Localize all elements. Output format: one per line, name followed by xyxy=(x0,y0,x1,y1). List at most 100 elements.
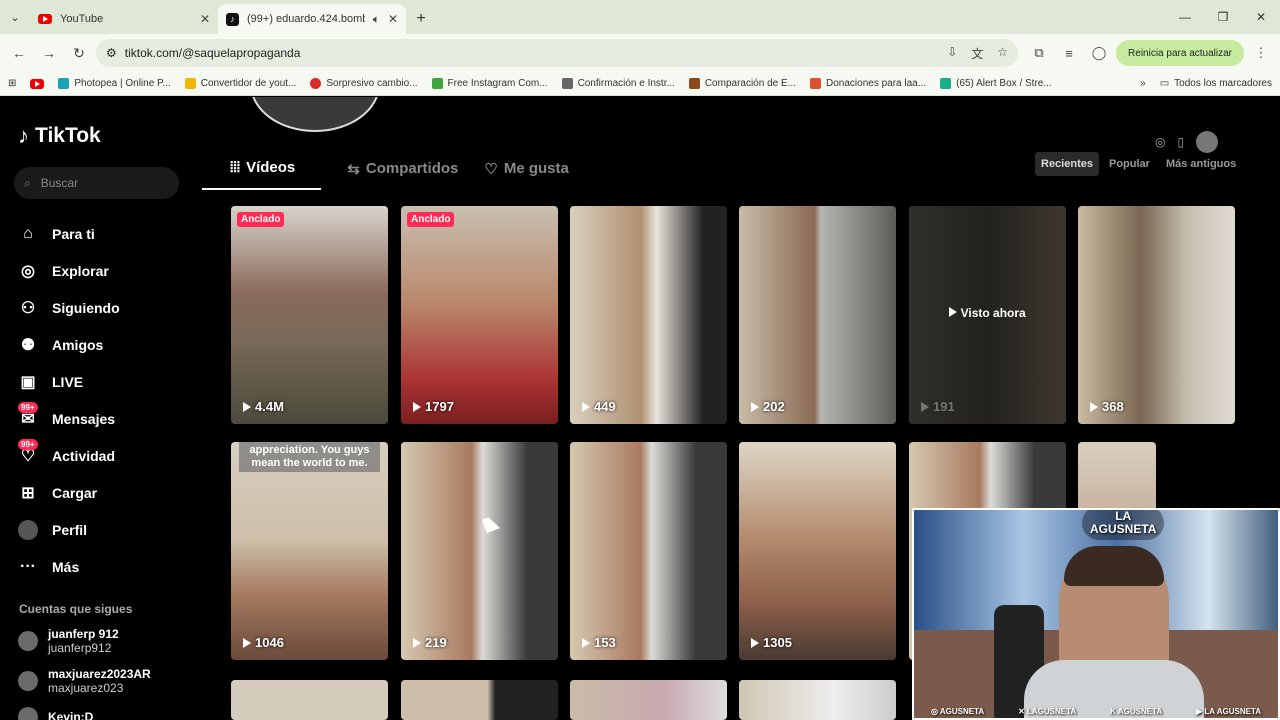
tiktok-logo[interactable]: ♪ TikTok xyxy=(18,123,101,149)
minimize-icon[interactable]: — xyxy=(1166,0,1204,34)
tab-search-icon[interactable]: ⌄ xyxy=(0,0,30,34)
view-count: 1305 xyxy=(751,635,792,650)
compass-icon[interactable]: ◎ xyxy=(1155,135,1165,149)
video-card[interactable]: 449 xyxy=(570,206,727,424)
video-card[interactable] xyxy=(401,680,558,720)
video-card[interactable] xyxy=(570,680,727,720)
youtube-handle: ▶ LA AGUSNETA xyxy=(1196,707,1262,716)
menu-icon[interactable]: ⋮ xyxy=(1248,40,1274,66)
following-account[interactable]: Kevin:D xyxy=(18,707,93,720)
play-icon xyxy=(243,637,251,648)
tab-videos[interactable]: ⦙⦙⦙ Vídeos xyxy=(202,153,322,190)
bookmark-item[interactable]: Free Instagram Com... xyxy=(431,78,548,89)
bookmark-item[interactable]: Photopea | Online P... xyxy=(58,78,171,89)
video-card[interactable]: 202 xyxy=(739,206,896,424)
instagram-handle: ◎ AGUSNETA xyxy=(930,707,985,716)
sidebar-item-amigos[interactable]: ⚉ Amigos xyxy=(18,326,120,363)
tab-label: Compartidos xyxy=(365,160,459,177)
mobile-icon[interactable]: ▯ xyxy=(1177,135,1184,149)
tab-me-gusta[interactable]: ♡ Me gusta xyxy=(484,153,568,190)
speaker-icon[interactable]: 🔈︎ xyxy=(373,12,380,27)
close-window-icon[interactable]: ✕ xyxy=(1242,0,1280,34)
sidebar-item-cargar[interactable]: ⊞ Cargar xyxy=(18,474,120,511)
close-icon[interactable]: ✕ xyxy=(388,12,398,26)
video-card[interactable]: appreciation. You guys mean the world to… xyxy=(231,442,388,660)
bookmark-item[interactable]: Sorpresivo cambio... xyxy=(310,78,418,89)
translate-icon[interactable]: 文 xyxy=(971,45,983,62)
view-count-text: 219 xyxy=(425,635,447,650)
bookmark-favicon xyxy=(310,78,322,89)
sort-popular[interactable]: Popular xyxy=(1103,152,1156,176)
media-icon[interactable]: ≡ xyxy=(1056,40,1082,66)
sidebar-item-siguiendo[interactable]: ⚇ Siguiendo xyxy=(18,289,120,326)
sidebar-item-perfil[interactable]: Perfil xyxy=(18,511,120,548)
close-icon[interactable]: ✕ xyxy=(200,12,210,26)
video-card[interactable]: 153 xyxy=(570,442,727,660)
play-icon xyxy=(751,401,759,412)
more-icon: ··· xyxy=(20,557,36,575)
address-bar[interactable]: ⚙ tiktok.com/@saquelapropaganda ⇩ 文 ☆ xyxy=(96,39,1019,67)
search-input[interactable]: ⌕ Buscar xyxy=(14,167,179,199)
bookmarks-bar: ⊞ Photopea | Online P... Convertidor de … xyxy=(0,72,1280,96)
forward-icon[interactable]: → xyxy=(36,40,62,66)
sort-mas-antiguos[interactable]: Más antiguos xyxy=(1160,152,1242,176)
bookmark-item[interactable]: Confirmación e Instr... xyxy=(561,78,675,89)
bookmark-item[interactable]: Convertidor de yout... xyxy=(184,78,296,89)
view-count: 202 xyxy=(751,399,785,414)
bookmark-youtube[interactable] xyxy=(30,78,45,89)
sidebar-item-mas[interactable]: ··· Más xyxy=(18,548,120,585)
apps-icon[interactable]: ⊞ xyxy=(8,78,16,89)
install-icon[interactable]: ⇩ xyxy=(947,45,957,62)
video-card[interactable] xyxy=(739,680,896,720)
sort-recientes[interactable]: Recientes xyxy=(1035,152,1099,176)
sidebar-item-actividad[interactable]: ♡ 99+ Actividad xyxy=(18,437,120,474)
bookmark-star-icon[interactable]: ☆ xyxy=(997,45,1008,62)
video-card[interactable]: Anclado 4.4M xyxy=(231,206,388,424)
sidebar-item-label: Perfil xyxy=(52,521,88,538)
sidebar-item-label: Más xyxy=(52,558,80,575)
handle-text: LA AGUSNETA xyxy=(1204,707,1262,716)
new-tab-button[interactable]: + xyxy=(406,4,436,34)
tab-compartidos[interactable]: ⇆ Compartidos xyxy=(347,153,458,190)
site-info-icon[interactable]: ⚙ xyxy=(106,46,117,60)
sort-options: Recientes Popular Más antiguos xyxy=(1035,152,1242,176)
repost-icon: ⇆ xyxy=(347,160,360,178)
youtube-icon xyxy=(30,78,45,89)
chevron-right-icon[interactable]: » xyxy=(1140,78,1146,89)
reload-icon[interactable]: ↻ xyxy=(66,40,92,66)
pinned-badge: Anclado xyxy=(407,212,455,227)
bookmark-item[interactable]: Comparación de E... xyxy=(688,78,796,89)
home-icon: ⌂ xyxy=(23,224,33,242)
all-bookmarks-button[interactable]: ▭ Todos los marcadores xyxy=(1160,78,1272,89)
sidebar-item-mensajes[interactable]: ✉ 99+ Mensajes xyxy=(18,400,120,437)
upload-icon: ⊞ xyxy=(21,484,35,502)
all-bookmarks-label: Todos los marcadores xyxy=(1174,78,1272,89)
tab-tiktok[interactable]: ♪ (99+) eduardo.424.bombo... 🔈︎ ✕ xyxy=(218,4,406,34)
following-account[interactable]: maxjuarez2023AR maxjuarez023 xyxy=(18,667,151,695)
avatar[interactable] xyxy=(1196,131,1219,153)
bookmark-favicon xyxy=(431,78,443,89)
play-icon xyxy=(1090,401,1098,412)
sidebar-item-para-ti[interactable]: ⌂ Para ti xyxy=(18,215,120,252)
update-button[interactable]: Reinicia para actualizar xyxy=(1116,40,1244,66)
back-icon[interactable]: ← xyxy=(6,40,32,66)
bookmark-item[interactable]: (65) Alert Box / Stre... xyxy=(940,78,1052,89)
video-card[interactable] xyxy=(231,680,388,720)
video-card[interactable]: Anclado 1797 xyxy=(401,206,558,424)
extensions-icon[interactable]: ⧉ xyxy=(1026,40,1052,66)
following-account[interactable]: juanferp 912 juanferp912 xyxy=(18,627,119,655)
bookmark-item[interactable]: Donaciones para laa... xyxy=(810,78,926,89)
sidebar-item-explorar[interactable]: ◎ Explorar xyxy=(18,252,120,289)
restore-icon[interactable]: ❐ xyxy=(1204,0,1242,34)
video-card[interactable]: 368 xyxy=(1078,206,1235,424)
brand-name: TikTok xyxy=(35,124,101,147)
video-card[interactable]: Visto ahora 191 xyxy=(909,206,1066,424)
video-card[interactable]: 1305 xyxy=(739,442,896,660)
sidebar-item-live[interactable]: ▣ LIVE xyxy=(18,363,120,400)
view-count-text: 1046 xyxy=(255,635,284,650)
watched-text: Visto ahora xyxy=(960,306,1026,320)
compass-icon: ◎ xyxy=(21,262,35,280)
video-card[interactable]: 219 xyxy=(401,442,558,660)
tab-youtube[interactable]: YouTube ✕ xyxy=(30,4,218,34)
account-icon[interactable]: ◯ xyxy=(1086,40,1112,66)
